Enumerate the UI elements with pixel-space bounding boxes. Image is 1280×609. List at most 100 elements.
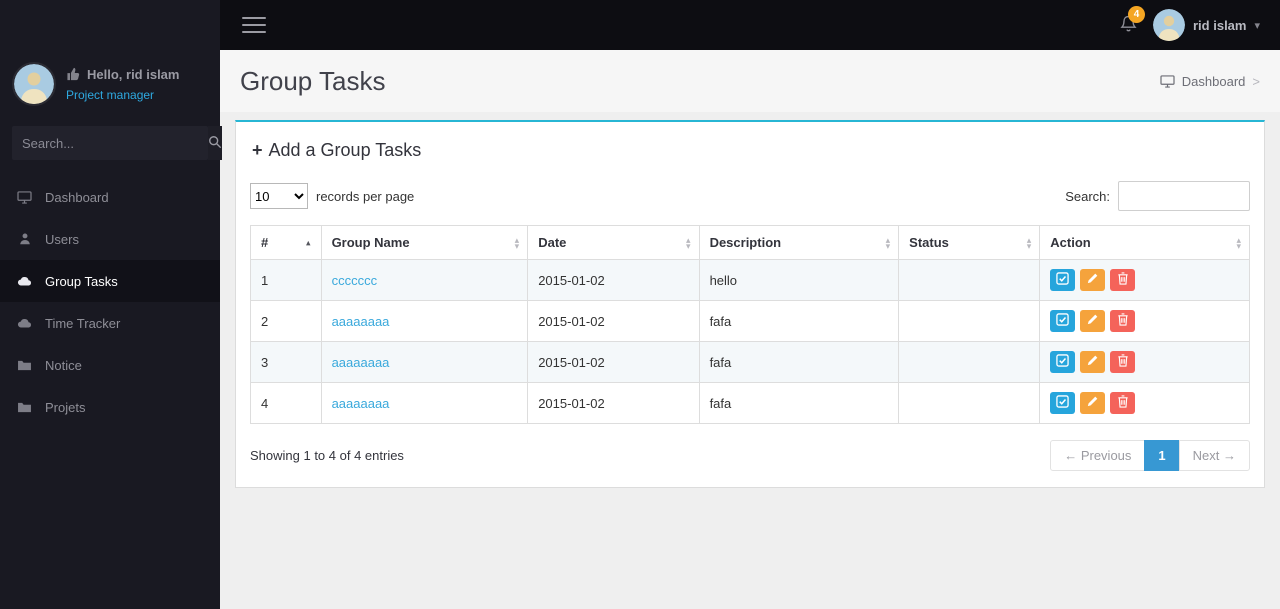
table-row: 2 aaaaaaaa 2015-01-02 fafa — [250, 300, 1250, 342]
check-square-icon — [1056, 354, 1070, 370]
group-name-link[interactable]: aaaaaaaa — [332, 314, 390, 329]
delete-task-button[interactable] — [1110, 351, 1136, 373]
sort-asc-icon: ▴ — [306, 237, 311, 247]
pagination-page-1[interactable]: 1 — [1144, 440, 1180, 471]
pencil-icon — [1086, 395, 1099, 411]
sidebar-item-group-tasks[interactable]: Group Tasks — [0, 260, 220, 302]
notifications-button[interactable]: 4 — [1120, 5, 1145, 36]
edit-task-button[interactable] — [1080, 351, 1106, 373]
cell-date: 2015-01-02 — [527, 382, 700, 424]
sidebar-item-label: Notice — [45, 357, 82, 373]
trash-icon — [1117, 354, 1129, 370]
cell-description: hello — [698, 259, 900, 301]
topbar-right: 4 rid islam ▾ — [1120, 5, 1260, 41]
chevron-down-icon: ▾ — [1254, 19, 1260, 32]
records-per-page-label: records per page — [316, 188, 415, 204]
cell-status — [898, 259, 1041, 301]
column-header-description[interactable]: Description ▴ ▾ — [698, 225, 900, 260]
group-tasks-panel: + Add a Group Tasks 10 records per page … — [235, 120, 1265, 488]
cell-description: fafa — [698, 341, 900, 383]
edit-task-button[interactable] — [1080, 310, 1106, 332]
delete-task-button[interactable] — [1110, 269, 1136, 291]
table-body: 1 ccccccc 2015-01-02 hello 2 aaaaaaaa 2015-01-… — [250, 259, 1250, 424]
table-controls: 10 records per page Search: — [250, 181, 1250, 211]
sidebar-item-projets[interactable]: Projets — [0, 386, 220, 428]
table-header-row: # ▴ Group Name ▴ ▾ Date ▴ ▾ Description … — [250, 225, 1250, 260]
complete-task-button[interactable] — [1050, 269, 1076, 291]
sort-icon: ▴ ▾ — [1236, 234, 1241, 251]
complete-task-button[interactable] — [1050, 351, 1076, 373]
cell-group-name: aaaaaaaa — [320, 382, 529, 424]
user-avatar-icon — [1153, 9, 1185, 41]
column-header-num[interactable]: # ▴ — [250, 225, 322, 260]
delete-task-button[interactable] — [1110, 310, 1136, 332]
check-square-icon — [1056, 395, 1070, 411]
cell-action — [1039, 300, 1250, 342]
cell-date: 2015-01-02 — [527, 341, 700, 383]
records-per-page: 10 records per page — [250, 183, 414, 209]
cell-num: 4 — [250, 382, 322, 424]
group-name-link[interactable]: ccccccc — [332, 273, 378, 288]
cell-group-name: aaaaaaaa — [320, 341, 529, 383]
table-search-label: Search: — [1065, 188, 1110, 204]
cell-status — [898, 300, 1041, 342]
cell-action — [1039, 259, 1250, 301]
content: + Add a Group Tasks 10 records per page … — [220, 112, 1280, 609]
complete-task-button[interactable] — [1050, 392, 1076, 414]
column-header-action[interactable]: Action ▴ ▾ — [1039, 225, 1250, 260]
pencil-icon — [1086, 272, 1099, 288]
greeting-text: Hello, rid islam — [87, 66, 180, 82]
profile-text: Hello, rid islam Project manager — [66, 67, 179, 102]
cloud-icon — [16, 275, 33, 287]
group-name-link[interactable]: aaaaaaaa — [332, 396, 390, 411]
pencil-icon — [1086, 313, 1099, 329]
cell-description: fafa — [698, 382, 900, 424]
avatar[interactable] — [12, 62, 56, 106]
app-root: Hello, rid islam Project manager Dashboa… — [0, 0, 1280, 609]
check-square-icon — [1056, 272, 1070, 288]
cell-group-name: aaaaaaaa — [320, 300, 529, 342]
trash-icon — [1117, 395, 1129, 411]
sort-icon: ▴ ▾ — [514, 234, 520, 251]
sidebar-item-dashboard[interactable]: Dashboard — [0, 176, 220, 218]
cell-status — [898, 341, 1041, 383]
sort-icon: ▴ ▾ — [686, 234, 691, 251]
cell-group-name: ccccccc — [320, 259, 529, 301]
sidebar-item-label: Projets — [45, 399, 86, 415]
edit-task-button[interactable] — [1080, 269, 1106, 291]
cell-action — [1039, 382, 1250, 424]
table-row: 4 aaaaaaaa 2015-01-02 fafa — [250, 382, 1250, 424]
pagination-previous[interactable]: ← Previous — [1050, 440, 1146, 471]
user-avatar-icon — [14, 64, 54, 104]
entries-summary: Showing 1 to 4 of 4 entries — [250, 448, 404, 463]
delete-task-button[interactable] — [1110, 392, 1136, 414]
column-header-group-name[interactable]: Group Name ▴ ▾ — [320, 225, 529, 260]
breadcrumb-dashboard-link[interactable]: Dashboard — [1182, 74, 1246, 89]
sidebar-item-time-tracker[interactable]: Time Tracker — [0, 302, 220, 344]
user-name: rid islam — [1193, 17, 1247, 33]
cell-num: 2 — [250, 300, 322, 342]
sidebar-nav: Dashboard Users Group Tasks Time Tracker — [0, 176, 220, 428]
complete-task-button[interactable] — [1050, 310, 1076, 332]
records-per-page-select[interactable]: 10 — [250, 183, 308, 209]
column-header-date[interactable]: Date ▴ ▾ — [527, 225, 700, 260]
sidebar-search-input[interactable] — [12, 126, 208, 160]
breadcrumb-separator: > — [1252, 73, 1260, 89]
user-menu[interactable]: rid islam ▾ — [1153, 9, 1260, 41]
sidebar-item-users[interactable]: Users — [0, 218, 220, 260]
sort-icon: ▴ ▾ — [885, 234, 891, 251]
sort-icon: ▴ ▾ — [1026, 234, 1032, 251]
plus-icon[interactable]: + — [252, 140, 263, 161]
table-search-input[interactable] — [1118, 181, 1250, 211]
check-square-icon — [1056, 313, 1070, 329]
user-role[interactable]: Project manager — [66, 88, 179, 102]
hamburger-menu-icon[interactable] — [242, 12, 266, 38]
pagination-next[interactable]: Next → — [1178, 440, 1250, 471]
topbar: 4 rid islam ▾ — [220, 0, 1280, 50]
sidebar-item-notice[interactable]: Notice — [0, 344, 220, 386]
group-name-link[interactable]: aaaaaaaa — [332, 355, 390, 370]
edit-task-button[interactable] — [1080, 392, 1106, 414]
sidebar-search — [12, 126, 222, 160]
column-header-status[interactable]: Status ▴ ▾ — [898, 225, 1041, 260]
group-tasks-table: # ▴ Group Name ▴ ▾ Date ▴ ▾ Description … — [250, 225, 1250, 424]
